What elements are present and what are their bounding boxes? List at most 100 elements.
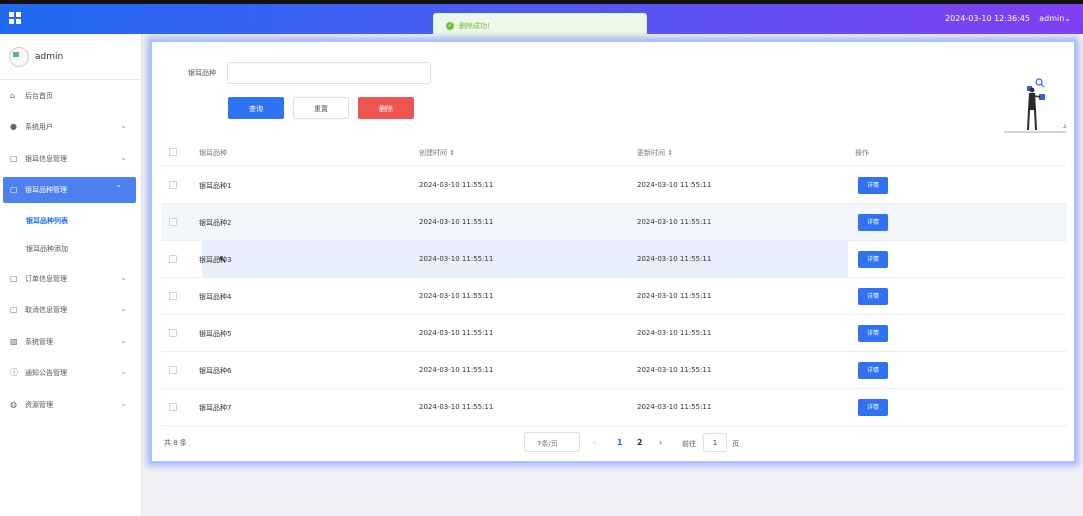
- profile-name: admin: [35, 52, 64, 62]
- cell-created: 2024-03-10 11:55:11: [419, 329, 494, 337]
- row-checkbox[interactable]: [169, 329, 177, 337]
- detail-button[interactable]: 详情: [858, 177, 888, 194]
- chevron-down-icon: ⌄: [120, 304, 127, 313]
- column-header-updated[interactable]: 更新时间 ⇕: [637, 148, 673, 158]
- sidebar-subitem-variety-list[interactable]: 银耳品种列表: [26, 216, 68, 226]
- apps-grid-icon[interactable]: [9, 12, 21, 24]
- cell-updated: 2024-03-10 11:55:11: [637, 292, 712, 300]
- search-input[interactable]: [227, 62, 431, 84]
- sidebar-item-label: 资源管理: [25, 401, 53, 409]
- table-row: 银耳品种1 2024-03-10 11:55:11 2024-03-10 11:…: [161, 167, 1067, 204]
- avatar: [9, 47, 29, 67]
- detail-button[interactable]: 详情: [858, 214, 888, 231]
- cell-variety: 银耳品种5: [199, 330, 232, 338]
- cell-created: 2024-03-10 11:55:11: [419, 255, 494, 263]
- select-all-checkbox[interactable]: [169, 148, 177, 156]
- cell-variety: 银耳品种6: [199, 367, 232, 375]
- cell-created: 2024-03-10 11:55:11: [419, 181, 494, 189]
- sidebar-item-notices[interactable]: ⓘ 通知公告管理 ⌄: [0, 360, 141, 386]
- delete-button[interactable]: 删除: [358, 97, 414, 119]
- user-name: admin: [1039, 14, 1065, 23]
- success-toast: ✓ 删除成功!: [433, 13, 647, 37]
- pagination-total: 共 8 条: [164, 439, 187, 447]
- column-header-created[interactable]: 创建时间 ⇕: [419, 148, 455, 158]
- user-menu[interactable]: admin⌄: [1039, 14, 1071, 23]
- page-2-button[interactable]: 2: [637, 438, 643, 447]
- goto-label: 前往: [682, 440, 696, 448]
- detail-button[interactable]: 详情: [858, 325, 888, 342]
- sidebar-item-tremella-info[interactable]: ▢ 银耳信息管理 ⌄: [0, 146, 141, 172]
- table-row: 银耳品种2 2024-03-10 11:55:11 2024-03-10 11:…: [161, 204, 1067, 241]
- goto-page-input[interactable]: 1: [703, 433, 727, 452]
- sidebar-subitem-variety-add[interactable]: 银耳品种添加: [26, 244, 68, 254]
- sidebar: admin ⌂ 后台首页 ● 系统用户 ⌄ ▢ 银耳信息管理 ⌄ ▢ 银耳品种管…: [0, 34, 142, 516]
- cell-updated: 2024-03-10 11:55:11: [637, 329, 712, 337]
- cell-created: 2024-03-10 11:55:11: [419, 366, 494, 374]
- chevron-down-icon: ⌄: [120, 336, 127, 345]
- sidebar-profile: admin: [0, 34, 141, 80]
- sidebar-item-system[interactable]: ▨ 系统管理 ⌄: [0, 329, 141, 355]
- row-checkbox[interactable]: [169, 403, 177, 411]
- sidebar-item-cancellations[interactable]: ▢ 取消信息管理 ⌄: [0, 297, 141, 323]
- sidebar-item-label: 通知公告管理: [25, 369, 67, 377]
- chevron-down-icon: ⌄: [120, 121, 127, 130]
- cell-created: 2024-03-10 11:55:11: [419, 218, 494, 226]
- table-row: 银耳品种4 2024-03-10 11:55:11 2024-03-10 11:…: [161, 278, 1067, 315]
- chevron-down-icon: ⌄: [1064, 14, 1071, 23]
- detail-button[interactable]: 详情: [858, 399, 888, 416]
- chart-icon: ▨: [10, 337, 18, 346]
- next-page-button[interactable]: ›: [659, 438, 662, 447]
- detail-button[interactable]: 详情: [858, 362, 888, 379]
- reset-button[interactable]: 重置: [293, 97, 349, 119]
- table-row: 银耳品种6 2024-03-10 11:55:11 2024-03-10 11:…: [161, 352, 1067, 389]
- search-illustration: [1004, 78, 1067, 133]
- toast-message: 删除成功!: [459, 22, 490, 30]
- header-datetime: 2024-03-10 12:36:45: [945, 14, 1030, 23]
- query-button[interactable]: 查询: [228, 97, 284, 119]
- info-icon: ⓘ: [10, 368, 18, 377]
- sidebar-item-orders[interactable]: ▢ 订单信息管理 ⌄: [0, 266, 141, 292]
- prev-page-button[interactable]: ‹: [593, 438, 596, 447]
- user-icon: ●: [10, 122, 17, 131]
- cell-variety: 银耳品种7: [199, 404, 232, 412]
- main-panel: 银耳品种 查询 重置 删除 银耳品种 创建时间 ⇕ 更新时间 ⇕ 操作 银耳品种…: [150, 40, 1076, 463]
- sidebar-item-label: 银耳信息管理: [25, 155, 67, 163]
- table-row: 银耳品种5 2024-03-10 11:55:11 2024-03-10 11:…: [161, 315, 1067, 352]
- detail-button[interactable]: 详情: [858, 251, 888, 268]
- sidebar-item-label: 系统管理: [25, 338, 53, 346]
- row-checkbox[interactable]: [169, 181, 177, 189]
- table-row: 银耳品种3 2024-03-10 11:55:11 2024-03-10 11:…: [161, 241, 1067, 278]
- cell-created: 2024-03-10 11:55:11: [419, 292, 494, 300]
- sidebar-item-label: 订单信息管理: [25, 275, 67, 283]
- column-header-actions: 操作: [855, 149, 869, 157]
- home-icon: ⌂: [10, 91, 16, 100]
- sidebar-item-users[interactable]: ● 系统用户 ⌄: [0, 114, 141, 140]
- sidebar-item-label: 系统用户: [25, 123, 53, 131]
- chevron-down-icon: ⌄: [120, 399, 127, 408]
- cell-updated: 2024-03-10 11:55:11: [637, 218, 712, 226]
- row-checkbox[interactable]: [169, 292, 177, 300]
- goto-unit: 页: [732, 440, 739, 448]
- mouse-cursor-icon: ↖: [218, 253, 228, 266]
- sidebar-item-resources[interactable]: ◍ 资源管理 ⌄: [0, 392, 141, 418]
- document-icon: ▢: [10, 185, 18, 194]
- sidebar-item-home[interactable]: ⌂ 后台首页: [0, 83, 141, 109]
- cell-updated: 2024-03-10 11:55:11: [637, 255, 712, 263]
- row-checkbox[interactable]: [169, 366, 177, 374]
- detail-button[interactable]: 详情: [858, 288, 888, 305]
- chevron-down-icon: ⌄: [120, 273, 127, 282]
- table-row: 银耳品种7 2024-03-10 11:55:11 2024-03-10 11:…: [161, 389, 1067, 426]
- row-checkbox[interactable]: [169, 255, 177, 263]
- document-icon: ▢: [10, 274, 18, 283]
- check-circle-icon: ✓: [446, 22, 454, 30]
- chevron-up-icon: ⌃: [115, 184, 122, 193]
- row-checkbox[interactable]: [169, 218, 177, 226]
- document-icon: ▢: [10, 154, 18, 163]
- sidebar-item-label: 后台首页: [25, 92, 53, 100]
- sidebar-item-tremella-variety[interactable]: ▢ 银耳品种管理 ⌃: [3, 177, 136, 203]
- sidebar-item-label: 银耳品种管理: [25, 186, 67, 194]
- sidebar-item-label: 取消信息管理: [25, 306, 67, 314]
- page-size-select[interactable]: 7条/页 ⌄: [524, 432, 580, 452]
- cell-variety: 银耳品种1: [199, 182, 232, 190]
- page-1-button[interactable]: 1: [617, 438, 623, 447]
